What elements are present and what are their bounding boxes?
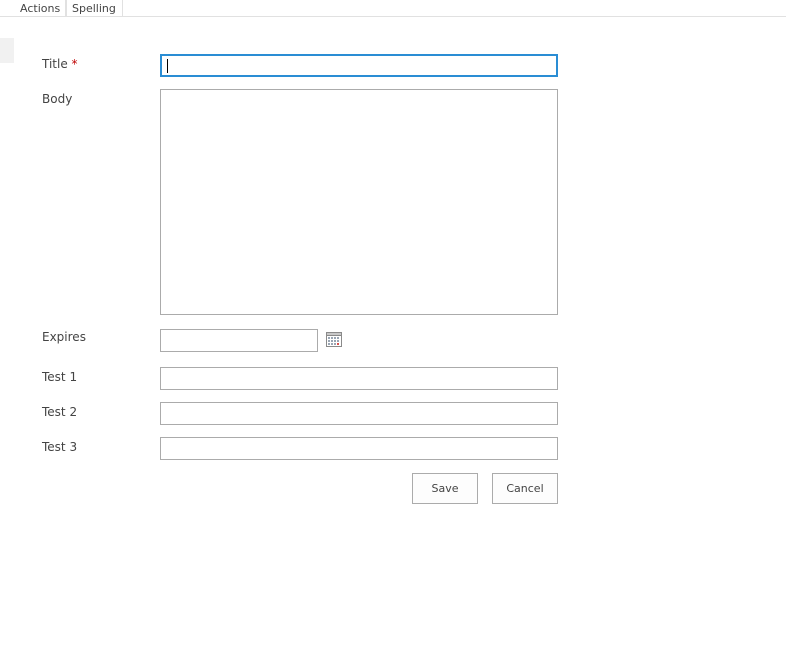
test3-input[interactable]	[160, 437, 558, 460]
side-tab	[0, 38, 14, 63]
body-label: Body	[42, 92, 73, 106]
expires-label: Expires	[42, 330, 86, 344]
test2-label: Test 2	[42, 405, 78, 419]
test1-label: Test 1	[42, 370, 78, 384]
text-caret	[167, 59, 168, 73]
body-textarea[interactable]	[160, 89, 558, 315]
title-label: Title *	[42, 56, 78, 72]
ribbon-group-label: Actions	[20, 2, 61, 15]
calendar-icon[interactable]	[326, 332, 342, 347]
expires-date-input[interactable]	[160, 329, 318, 352]
test3-label: Test 3	[42, 440, 78, 454]
required-mark: *	[71, 57, 78, 71]
ribbon-bar: Actions Spelling	[0, 0, 786, 17]
ribbon-group-actions[interactable]: Actions	[14, 0, 68, 17]
test1-input[interactable]	[160, 367, 558, 390]
ribbon-group-spelling[interactable]: Spelling	[65, 0, 123, 17]
save-button[interactable]: Save	[412, 473, 478, 504]
cancel-button[interactable]: Cancel	[492, 473, 558, 504]
test2-input[interactable]	[160, 402, 558, 425]
title-input[interactable]	[160, 54, 558, 77]
title-label-text: Title	[42, 57, 68, 71]
ribbon-group-label: Spelling	[72, 2, 116, 15]
